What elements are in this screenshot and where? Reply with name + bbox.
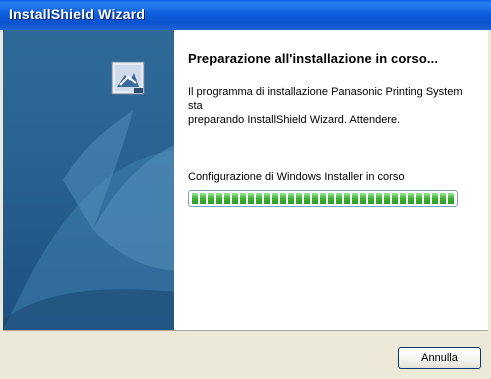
- progress-segment: [336, 193, 342, 204]
- side-banner: [3, 30, 174, 330]
- progress-segment: [200, 193, 206, 204]
- progress-segment: [440, 193, 446, 204]
- progress-segment: [328, 193, 334, 204]
- description-line-2: preparando InstallShield Wizard. Attende…: [188, 114, 401, 126]
- progress-segment: [208, 193, 214, 204]
- progress-segment: [408, 193, 414, 204]
- progress-segment: [392, 193, 398, 204]
- progress-segment: [240, 193, 246, 204]
- progress-segment: [248, 193, 254, 204]
- progress-segment: [256, 193, 262, 204]
- title-bar[interactable]: InstallShield Wizard: [0, 0, 491, 30]
- description: Il programma di installazione Panasonic …: [188, 85, 478, 127]
- progress-segment: [280, 193, 286, 204]
- progress-segment: [296, 193, 302, 204]
- progress-segment: [344, 193, 350, 204]
- progress-segment: [288, 193, 294, 204]
- description-line-1: Il programma di installazione Panasonic …: [188, 86, 463, 112]
- progress-segment: [312, 193, 318, 204]
- progress-segment: [272, 193, 278, 204]
- page-heading: Preparazione all'installazione in corso.…: [188, 51, 439, 66]
- progress-segment: [360, 193, 366, 204]
- progress-segment: [320, 193, 326, 204]
- banner-graphic: [3, 110, 174, 330]
- progress-segment: [192, 193, 198, 204]
- progress-segment: [448, 193, 454, 204]
- installshield-window: InstallShield Wizard Preparazione all'in…: [0, 0, 491, 379]
- installer-icon: [111, 61, 145, 95]
- progress-segment: [432, 193, 438, 204]
- progress-bar: [188, 190, 458, 207]
- progress-segment: [368, 193, 374, 204]
- window-title: InstallShield Wizard: [9, 6, 146, 22]
- status-text: Configurazione di Windows Installer in c…: [188, 171, 405, 183]
- progress-segment: [304, 193, 310, 204]
- progress-segment: [416, 193, 422, 204]
- progress-segment: [376, 193, 382, 204]
- progress-segment: [352, 193, 358, 204]
- progress-segment: [384, 193, 390, 204]
- cancel-button[interactable]: Annulla: [398, 347, 481, 369]
- progress-segment: [224, 193, 230, 204]
- progress-segment: [400, 193, 406, 204]
- progress-segment: [424, 193, 430, 204]
- progress-segment: [216, 193, 222, 204]
- progress-segment: [232, 193, 238, 204]
- progress-segment: [264, 193, 270, 204]
- footer-divider: [3, 330, 488, 331]
